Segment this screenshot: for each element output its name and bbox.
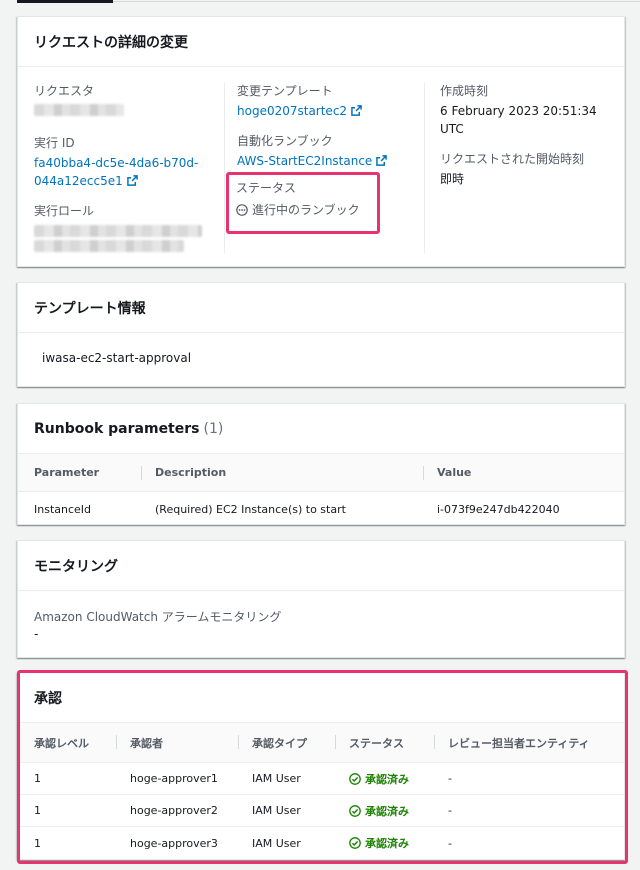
approval-type: IAM User bbox=[252, 836, 301, 850]
column-header[interactable]: Description bbox=[140, 454, 226, 491]
runbook-parameters-count: (1) bbox=[203, 420, 224, 437]
column-header[interactable]: ステータス bbox=[335, 723, 404, 762]
approval-header-row: 承認レベル 承認者 承認タイプ ステータス レビュー担当者エンティティ bbox=[18, 723, 624, 763]
parameters-header-row: Parameter Description Value bbox=[18, 454, 624, 492]
column-header[interactable]: 承認レベル bbox=[34, 723, 89, 762]
requested-start-label: リクエストされた開始時刻 bbox=[440, 152, 585, 166]
execution-id-link[interactable]: fa40bba4-dc5e-4da6-b70d- 044a12ecc5e1 bbox=[34, 154, 219, 190]
column-header[interactable]: レビュー担当者エンティティ bbox=[434, 723, 590, 762]
external-link-icon bbox=[376, 155, 388, 166]
requester-label: リクエスタ bbox=[34, 84, 95, 98]
table-row: 1 hoge-approver3 IAM User 承認済み - bbox=[18, 827, 624, 859]
requester-value-redacted bbox=[34, 104, 124, 116]
table-row: 1 hoge-approver2 IAM User 承認済み - bbox=[18, 795, 624, 827]
tab-divider bbox=[113, 1, 640, 2]
status-label: ステータス bbox=[236, 181, 297, 195]
status-highlight: ステータス 進行中のランブック bbox=[226, 172, 380, 234]
execution-role-redacted-1 bbox=[34, 225, 202, 237]
change-template-value: hoge0207startec2 bbox=[237, 104, 348, 118]
runbook-parameters-title: Runbook parameters bbox=[34, 420, 200, 437]
reviewer-entity: - bbox=[448, 836, 452, 850]
approval-type: IAM User bbox=[252, 772, 301, 785]
approval-type: IAM User bbox=[252, 804, 301, 817]
change-template-label: 変更テンプレート bbox=[237, 84, 333, 98]
parameter-description: (Required) EC2 Instance(s) to start bbox=[155, 503, 346, 516]
check-circle-icon bbox=[349, 804, 361, 817]
column-header[interactable]: Parameter bbox=[34, 454, 99, 491]
check-circle-icon bbox=[349, 772, 361, 785]
template-info-title: テンプレート情報 bbox=[18, 283, 624, 333]
approval-status: 承認済み bbox=[349, 795, 409, 826]
request-details-title: リクエストの詳細の変更 bbox=[18, 17, 624, 67]
approver-name: hoge-approver3 bbox=[130, 836, 218, 850]
parameter-name: InstanceId bbox=[34, 503, 92, 516]
parameter-value: i-073f9e247db422040 bbox=[437, 503, 560, 516]
execution-id-part1: fa40bba4-dc5e-4da6-b70d- bbox=[34, 156, 199, 170]
approver-name: hoge-approver1 bbox=[130, 772, 218, 785]
execution-id-part2: 044a12ecc5e1 bbox=[34, 174, 123, 188]
created-time-label: 作成時刻 bbox=[440, 84, 489, 98]
table-row: InstanceId (Required) EC2 Instance(s) to… bbox=[18, 492, 624, 527]
approval-status-text: 承認済み bbox=[365, 837, 409, 850]
monitoring-title: モニタリング bbox=[18, 541, 624, 591]
execution-role-redacted-2 bbox=[34, 240, 184, 252]
automation-runbook-value: AWS-StartEC2Instance bbox=[237, 154, 373, 168]
monitoring-panel: モニタリング Amazon CloudWatch アラームモニタリング - bbox=[17, 540, 625, 658]
details-column-1: リクエスタ 実行 ID fa40bba4-dc5e-4da6-b70d- 044… bbox=[34, 83, 219, 265]
external-link-icon bbox=[126, 175, 138, 186]
approval-level: 1 bbox=[34, 804, 41, 817]
cloudwatch-alarm-label: Amazon CloudWatch アラームモニタリング bbox=[34, 610, 282, 624]
approver-name: hoge-approver2 bbox=[130, 804, 218, 817]
status-value: 進行中のランブック bbox=[236, 201, 377, 218]
column-header[interactable]: 承認者 bbox=[116, 723, 163, 762]
reviewer-entity: - bbox=[448, 772, 452, 785]
details-column-3: 作成時刻 6 February 2023 20:51:34 UTC リクエストさ… bbox=[424, 83, 624, 253]
approval-title: 承認 bbox=[18, 673, 624, 723]
external-link-icon bbox=[351, 105, 362, 116]
requested-start-value: 即時 bbox=[440, 172, 465, 186]
approval-status: 承認済み bbox=[349, 763, 409, 794]
approval-panel: 承認 承認レベル 承認者 承認タイプ ステータス レビュー担当者エンティティ 1… bbox=[17, 672, 625, 860]
approval-status-text: 承認済み bbox=[365, 772, 409, 786]
cloudwatch-alarm-value: - bbox=[34, 627, 39, 641]
runbook-parameters-panel: Runbook parameters (1) Parameter Descrip… bbox=[17, 403, 625, 525]
execution-role-label: 実行ロール bbox=[34, 204, 95, 218]
check-circle-icon bbox=[349, 837, 361, 849]
created-time-value: 6 February 2023 20:51:34 UTC bbox=[440, 104, 597, 136]
automation-runbook-label: 自動化ランブック bbox=[237, 134, 333, 148]
approval-level: 1 bbox=[34, 772, 41, 785]
status-text: 進行中のランブック bbox=[252, 203, 360, 217]
execution-id-label: 実行 ID bbox=[34, 136, 75, 150]
column-header[interactable]: Value bbox=[422, 454, 471, 491]
column-header[interactable]: 承認タイプ bbox=[238, 723, 307, 762]
automation-runbook-link[interactable]: AWS-StartEC2Instance bbox=[237, 152, 424, 170]
approval-level: 1 bbox=[34, 836, 41, 850]
approval-status: 承認済み bbox=[349, 827, 409, 859]
in-progress-icon bbox=[236, 203, 248, 216]
change-template-link[interactable]: hoge0207startec2 bbox=[237, 102, 424, 120]
tab-bar bbox=[0, 0, 640, 10]
reviewer-entity: - bbox=[448, 804, 452, 817]
template-info-panel: テンプレート情報 iwasa-ec2-start-approval bbox=[17, 282, 625, 387]
table-row: 1 hoge-approver1 IAM User 承認済み - bbox=[18, 763, 624, 795]
runbook-parameters-header: Runbook parameters (1) bbox=[18, 404, 624, 454]
template-name: iwasa-ec2-start-approval bbox=[42, 351, 192, 365]
approval-status-text: 承認済み bbox=[365, 804, 409, 818]
active-tab-indicator[interactable] bbox=[17, 0, 113, 3]
